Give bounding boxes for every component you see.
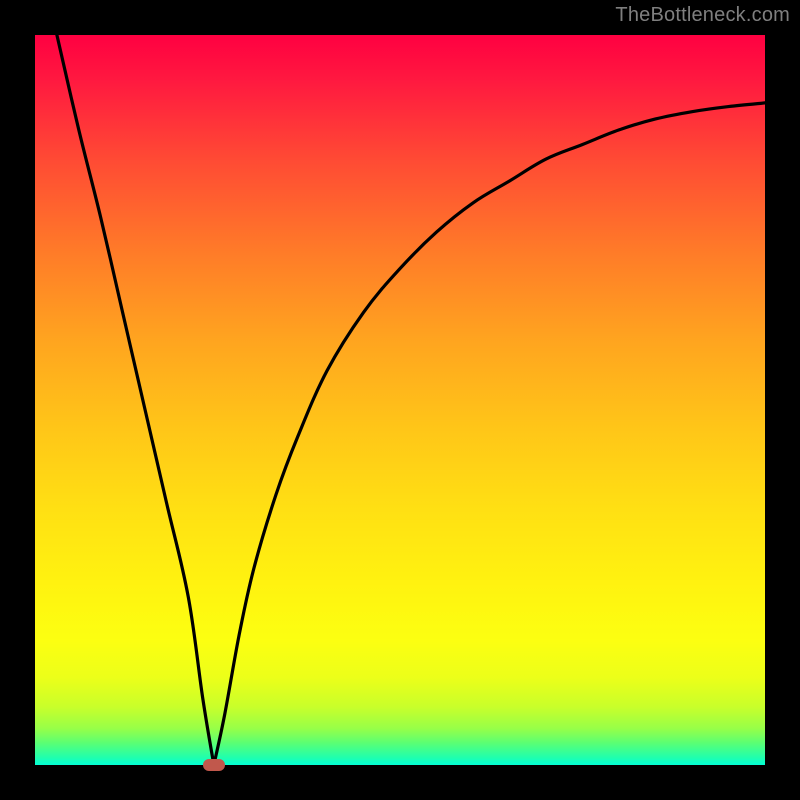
optimal-point-marker xyxy=(203,759,225,771)
chart-frame: TheBottleneck.com xyxy=(0,0,800,800)
watermark-text: TheBottleneck.com xyxy=(615,4,790,27)
plot-area xyxy=(35,35,765,765)
bottleneck-curve-path xyxy=(57,35,765,765)
curve-svg xyxy=(35,35,765,765)
